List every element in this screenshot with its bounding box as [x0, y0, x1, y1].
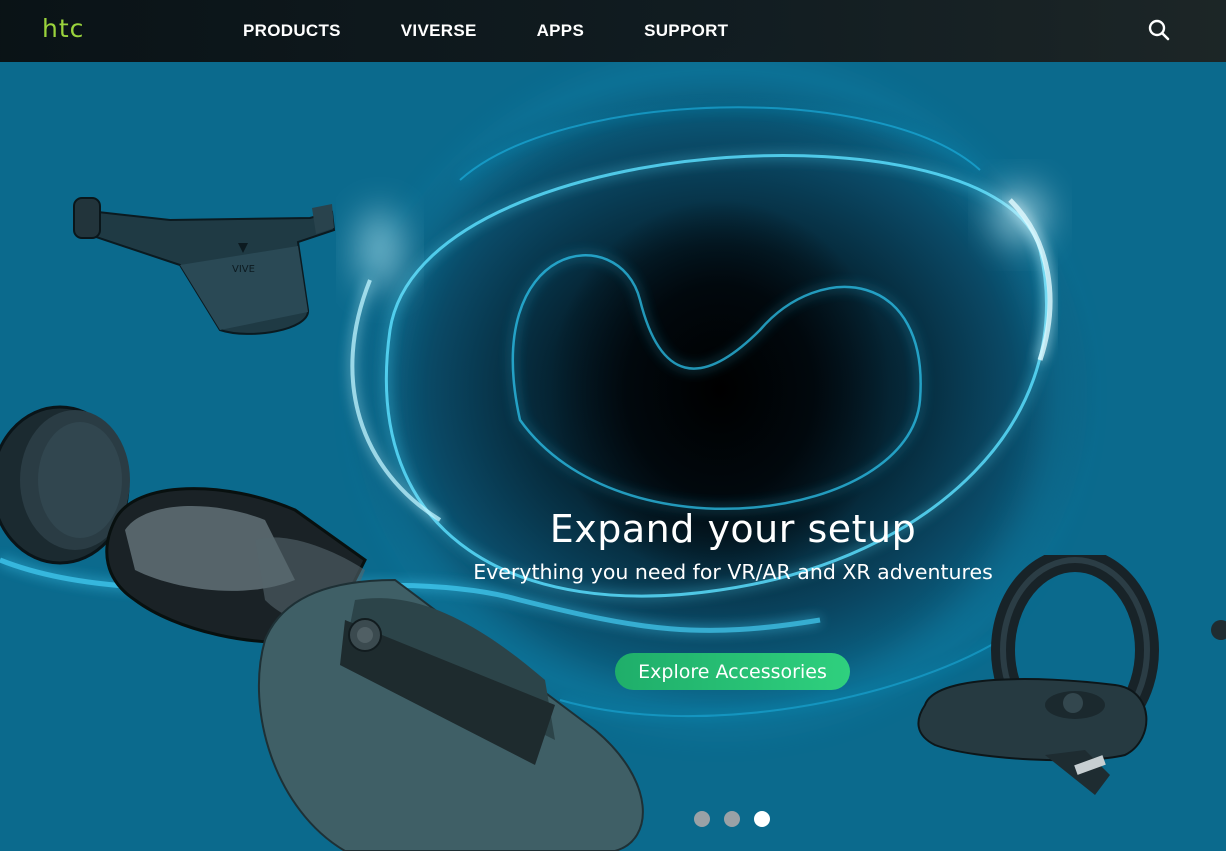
top-navigation-bar: htc PRODUCTS VIVERSE APPS SUPPORT	[0, 0, 1226, 62]
search-button[interactable]	[1147, 18, 1171, 42]
nav-item-viverse[interactable]: VIVERSE	[401, 21, 477, 41]
main-menu: PRODUCTS VIVERSE APPS SUPPORT	[243, 0, 788, 62]
hero-text: Expand your setup Everything you need fo…	[466, 506, 1000, 586]
vr-controller-image	[917, 555, 1226, 795]
wireless-adapter-image: VIVE	[73, 197, 336, 335]
carousel-pagination	[694, 811, 784, 827]
hero-subtitle: Everything you need for VR/AR and XR adv…	[473, 560, 993, 584]
hero-banner: VIVE htc PRODUCTS VIVERSE APPS SUPPORT E…	[0, 0, 1226, 851]
carousel-dot-2[interactable]	[724, 811, 740, 827]
nav-item-support[interactable]: SUPPORT	[644, 21, 728, 41]
carousel-dot-3[interactable]	[754, 811, 770, 827]
search-icon	[1148, 19, 1170, 41]
nav-item-apps[interactable]: APPS	[537, 21, 585, 41]
explore-accessories-button[interactable]: Explore Accessories	[615, 653, 850, 690]
nav-item-products[interactable]: PRODUCTS	[243, 21, 341, 41]
hero-title: Expand your setup	[549, 507, 917, 551]
carousel-dot-1[interactable]	[694, 811, 710, 827]
svg-text:VIVE: VIVE	[232, 264, 255, 275]
htc-logo[interactable]: htc	[42, 14, 108, 44]
